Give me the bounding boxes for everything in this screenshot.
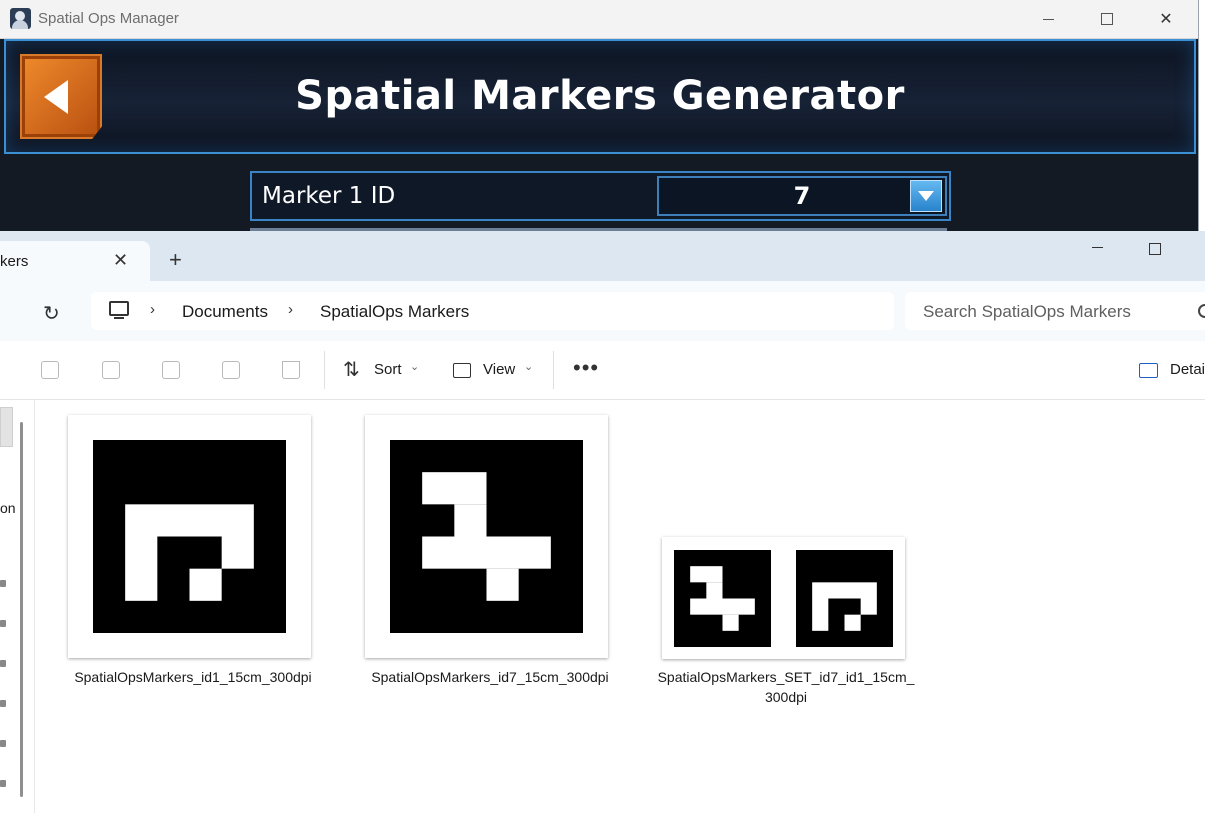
command-bar: ⇅ Sort ⌄ View ⌄ ••• Detai <box>0 341 1205 400</box>
search-placeholder: Search SpatialOps Markers <box>923 302 1131 321</box>
pin-icon <box>0 780 6 787</box>
chevron-down-icon: ⌄ <box>524 361 534 373</box>
search-icon <box>1198 304 1205 318</box>
share-icon[interactable] <box>222 361 240 379</box>
marker-id-value: 7 <box>793 182 811 210</box>
app-header: Spatial Markers Generator <box>4 39 1196 154</box>
app-titlebar: Spatial Ops Manager ✕ <box>0 0 1198 39</box>
rename-icon[interactable] <box>162 361 180 379</box>
close-icon: ✕ <box>1159 11 1173 28</box>
marker-id-row: Marker 1 ID 7 <box>250 171 951 221</box>
aruco-marker-id7-image <box>674 550 771 647</box>
view-icon <box>453 363 471 378</box>
refresh-icon[interactable]: ↻ <box>43 301 60 326</box>
plus-icon: + <box>169 247 182 272</box>
nav-scrollbar[interactable] <box>20 422 23 797</box>
address-bar[interactable]: › Documents › SpatialOps Markers <box>91 292 894 330</box>
pin-icon <box>0 660 6 667</box>
file-item-id1[interactable]: SpatialOpsMarkers_id1_15cm_300dpi <box>62 411 324 701</box>
app-title: Spatial Ops Manager <box>38 10 179 27</box>
sort-icon: ⇅ <box>343 359 360 381</box>
pin-icon <box>0 700 6 707</box>
close-button[interactable]: ✕ <box>1143 4 1189 34</box>
file-name: SpatialOpsMarkers_id1_15cm_300dpi <box>74 669 312 685</box>
file-item-set[interactable]: SpatialOpsMarkers_SET_id7_id1_15cm_ 300d… <box>655 531 925 711</box>
file-name-line-1: SpatialOpsMarkers_SET_id7_id1_15cm_ <box>657 669 915 685</box>
details-label: Detai <box>1170 361 1205 378</box>
navigation-pane: on <box>0 400 35 813</box>
chevron-down-icon <box>918 191 934 201</box>
minimize-icon <box>1042 18 1054 20</box>
minimize-button[interactable] <box>1025 4 1071 34</box>
chevron-right-icon[interactable]: › <box>150 301 155 318</box>
aruco-marker-id1-image <box>93 440 286 633</box>
paste-icon[interactable] <box>102 361 120 379</box>
sort-label: Sort <box>374 361 402 378</box>
nav-item-label[interactable]: on <box>0 500 16 516</box>
marker-id-dropdown-button[interactable] <box>910 180 942 212</box>
more-options-button[interactable]: ••• <box>573 355 599 381</box>
tab-title: kers <box>0 253 29 270</box>
app-window: Spatial Ops Manager ✕ Spatial Markers Ge… <box>0 0 1199 232</box>
tab-strip: kers ✕ + <box>0 231 1205 281</box>
maximize-button[interactable] <box>1084 4 1130 34</box>
maximize-icon <box>1101 13 1113 25</box>
toolbar-divider <box>553 351 554 389</box>
aruco-marker-id1-image <box>796 550 893 647</box>
new-tab-button[interactable]: + <box>169 249 182 271</box>
page-title: Spatial Markers Generator <box>295 73 905 119</box>
pin-icon <box>0 620 6 627</box>
marker-id-select[interactable]: 7 <box>657 176 947 216</box>
file-thumbnail <box>68 415 311 658</box>
file-explorer-window: kers ✕ + ↻ › Documents › SpatialOps Mark… <box>0 231 1205 813</box>
breadcrumb-documents[interactable]: Documents <box>182 302 268 322</box>
chevron-right-icon[interactable]: › <box>288 301 293 318</box>
aruco-marker-id7-image <box>390 440 583 633</box>
nav-selected-item[interactable] <box>0 407 13 447</box>
search-input[interactable]: Search SpatialOps Markers <box>905 292 1205 330</box>
details-pane-icon <box>1139 363 1158 378</box>
explorer-maximize-button[interactable] <box>1149 243 1161 255</box>
pin-icon <box>0 740 6 747</box>
delete-icon[interactable] <box>282 361 300 379</box>
chevron-down-icon: ⌄ <box>410 361 420 373</box>
toolbar-divider <box>324 351 325 389</box>
file-item-id7[interactable]: SpatialOpsMarkers_id7_15cm_300dpi <box>359 411 621 701</box>
back-arrow-icon <box>44 80 68 114</box>
file-name: SpatialOpsMarkers_SET_id7_id1_15cm_ 300d… <box>655 667 917 707</box>
view-label: View <box>483 361 516 378</box>
file-name-line-2: 300dpi <box>764 689 808 705</box>
back-button[interactable] <box>20 54 102 139</box>
app-logo-icon <box>10 8 31 29</box>
file-name: SpatialOpsMarkers_id7_15cm_300dpi <box>371 669 609 685</box>
breadcrumb-spatialops-markers[interactable]: SpatialOps Markers <box>320 302 469 322</box>
tab-close-icon[interactable]: ✕ <box>113 250 128 271</box>
address-bar-row: ↻ › Documents › SpatialOps Markers Searc… <box>0 281 1205 341</box>
marker-id-label: Marker 1 ID <box>262 183 396 209</box>
pin-icon <box>0 580 6 587</box>
tab-spatialops-markers[interactable]: kers ✕ <box>0 241 150 281</box>
this-pc-icon[interactable] <box>109 301 129 319</box>
file-thumbnail <box>365 415 608 658</box>
explorer-minimize-button[interactable] <box>1092 247 1103 248</box>
file-thumbnail <box>662 537 905 659</box>
copy-icon[interactable] <box>41 361 59 379</box>
